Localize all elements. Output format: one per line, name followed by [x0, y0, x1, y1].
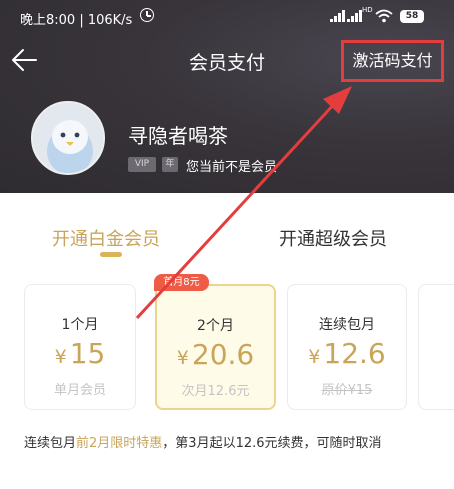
username: 寻隐者喝茶 [128, 124, 228, 148]
plan-price: ¥20.6 [157, 338, 274, 371]
promo-badge: 首月8元 [154, 274, 209, 291]
tab-super-member[interactable]: 开通超级会员 [279, 225, 387, 251]
plan-price: ¥15 [25, 337, 135, 370]
signal-icon-secondary [347, 10, 362, 22]
member-status-text: 您当前不是会员 [186, 160, 278, 175]
currency-symbol: ¥ [54, 346, 67, 368]
plan-note: 单月会员 [53, 383, 106, 398]
avatar[interactable] [31, 101, 105, 175]
status-bar: 晚上8:00 | 106K/s HD 58 [0, 0, 454, 36]
signal-icon [330, 10, 345, 22]
footnote-text-end: ，第3月起以12.6元续费，可随时取消 [162, 436, 382, 451]
active-tab-indicator [100, 252, 122, 257]
currency-symbol: ¥ [308, 346, 321, 368]
plan-price: ¥12.6 [288, 337, 406, 370]
plan-duration: 2个月 [197, 318, 234, 334]
status-time: 晚上8:00 | 106K/s [20, 13, 133, 28]
currency-symbol: ¥ [176, 347, 189, 369]
vip-badge: VIP [128, 157, 156, 172]
activation-code-pay-button[interactable]: 激活码支付 [341, 40, 444, 82]
plan-duration: 连续包月 [319, 317, 375, 333]
plan-card-monthly-auto[interactable]: 连续包月 ¥12.6 原价¥15 [287, 284, 407, 410]
plan-card-1-month[interactable]: 1个月 ¥15 单月会员 [24, 284, 136, 410]
plan-duration: 1个月 [61, 317, 99, 333]
plan-note: 次月12.6元 [181, 384, 250, 399]
year-badge: 年 [162, 157, 178, 172]
plan-card-2-month[interactable]: 2个月 ¥20.6 次月12.6元 [155, 284, 276, 410]
price-value: 15 [69, 337, 106, 370]
plan-original-price: 原价¥15 [321, 383, 373, 398]
price-value: 12.6 [323, 337, 386, 370]
tab-platinum-member[interactable]: 开通白金会员 [52, 225, 160, 251]
network-type-label: HD [362, 6, 373, 14]
price-value: 20.6 [191, 338, 255, 371]
footnote-text: 连续包月 [24, 436, 77, 451]
battery-icon: 58 [400, 10, 424, 23]
plan-card-next-partial[interactable] [418, 284, 454, 410]
footnote-highlight: 前2月限时特惠 [76, 436, 163, 451]
renewal-footnote: 连续包月前2月限时特惠，第3月起以12.6元续费，可随时取消 [24, 433, 434, 454]
alarm-icon [140, 8, 154, 22]
wifi-icon [375, 9, 393, 23]
